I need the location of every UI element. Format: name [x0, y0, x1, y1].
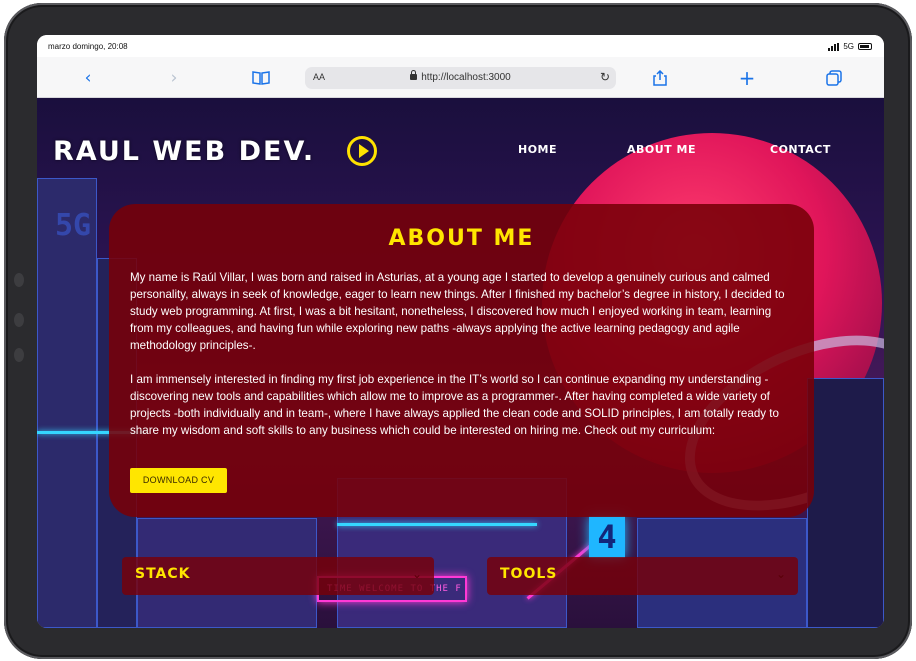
- about-paragraph: I am immensely interested in finding my …: [130, 373, 779, 437]
- about-card: ABOUT ME My name is Raúl Villar, I was b…: [109, 204, 814, 517]
- play-icon[interactable]: [347, 136, 377, 166]
- about-title: ABOUT ME: [388, 226, 535, 251]
- side-button: [14, 348, 24, 362]
- stack-panel[interactable]: STACK ⌄: [122, 557, 434, 595]
- site-logo[interactable]: RAUL WEB DEV.: [53, 136, 315, 167]
- signal-icon: [828, 42, 840, 51]
- lock-icon: [410, 70, 418, 80]
- nav-about-me[interactable]: ABOUT ME: [627, 143, 696, 156]
- about-paragraph: My name is Raúl Villar, I was born and r…: [130, 271, 785, 352]
- browser-toolbar: ‹ › AA http://localhost:3000 ↻ +: [37, 57, 884, 98]
- battery-icon: [858, 43, 872, 50]
- share-icon[interactable]: [649, 67, 671, 89]
- chevron-down-icon: ⌄: [775, 567, 786, 581]
- sign-5g: 5G: [55, 208, 92, 243]
- nav-home[interactable]: HOME: [518, 143, 557, 156]
- status-indicators: 5G: [828, 42, 872, 51]
- address-bar[interactable]: AA http://localhost:3000 ↻: [305, 67, 616, 89]
- screen: marzo domingo, 20:08 5G ‹ › AA http://lo…: [37, 35, 884, 628]
- neon-light: [337, 523, 537, 526]
- chevron-down-icon: ⌄: [411, 567, 422, 581]
- stack-title: STACK: [135, 566, 191, 582]
- tabs-icon[interactable]: [823, 67, 845, 89]
- bookmarks-icon[interactable]: [250, 67, 272, 89]
- status-bar: marzo domingo, 20:08 5G: [37, 35, 884, 57]
- tools-title: TOOLS: [500, 566, 558, 582]
- web-page: 5G 4 TIME WELCOME TO THE F RAUL WEB DEV.…: [37, 98, 884, 628]
- url-value: http://localhost:3000: [421, 72, 511, 83]
- download-cv-button[interactable]: DOWNLOAD CV: [130, 468, 227, 493]
- side-button: [14, 313, 24, 327]
- reload-icon[interactable]: ↻: [600, 70, 610, 84]
- forward-icon[interactable]: ›: [163, 67, 185, 89]
- building: [37, 178, 97, 628]
- new-tab-icon[interactable]: +: [736, 67, 758, 89]
- url-text: http://localhost:3000: [305, 70, 616, 83]
- network-label: 5G: [843, 42, 854, 51]
- status-time: marzo domingo, 20:08: [48, 42, 128, 51]
- neon-number-sign: 4: [589, 516, 625, 558]
- nav-contact[interactable]: CONTACT: [770, 143, 831, 156]
- tools-panel[interactable]: TOOLS ⌄: [487, 557, 798, 595]
- back-icon[interactable]: ‹: [77, 67, 99, 89]
- building: [807, 378, 884, 628]
- side-button: [14, 273, 24, 287]
